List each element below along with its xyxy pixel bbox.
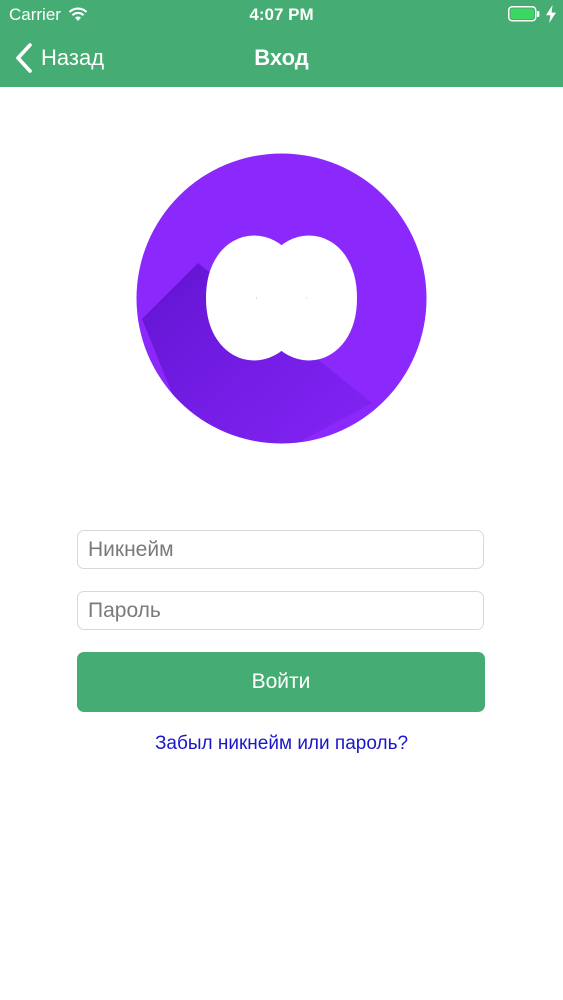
forgot-credentials-link[interactable]: Забыл никнейм или пароль? — [0, 732, 563, 756]
battery-full-icon — [508, 6, 540, 22]
status-bar: Carrier 4:07 PM — [0, 0, 563, 30]
status-time: 4:07 PM — [249, 5, 314, 24]
username-input[interactable] — [77, 530, 484, 569]
app-logo — [136, 153, 427, 444]
login-button[interactable]: Войти — [77, 652, 485, 712]
top-bar: Carrier 4:07 PM Назад Вход — [0, 0, 563, 87]
page-title: Вход — [254, 45, 309, 70]
infinity-icon — [206, 235, 357, 361]
password-input[interactable] — [77, 591, 484, 630]
bolt-icon — [546, 5, 556, 23]
